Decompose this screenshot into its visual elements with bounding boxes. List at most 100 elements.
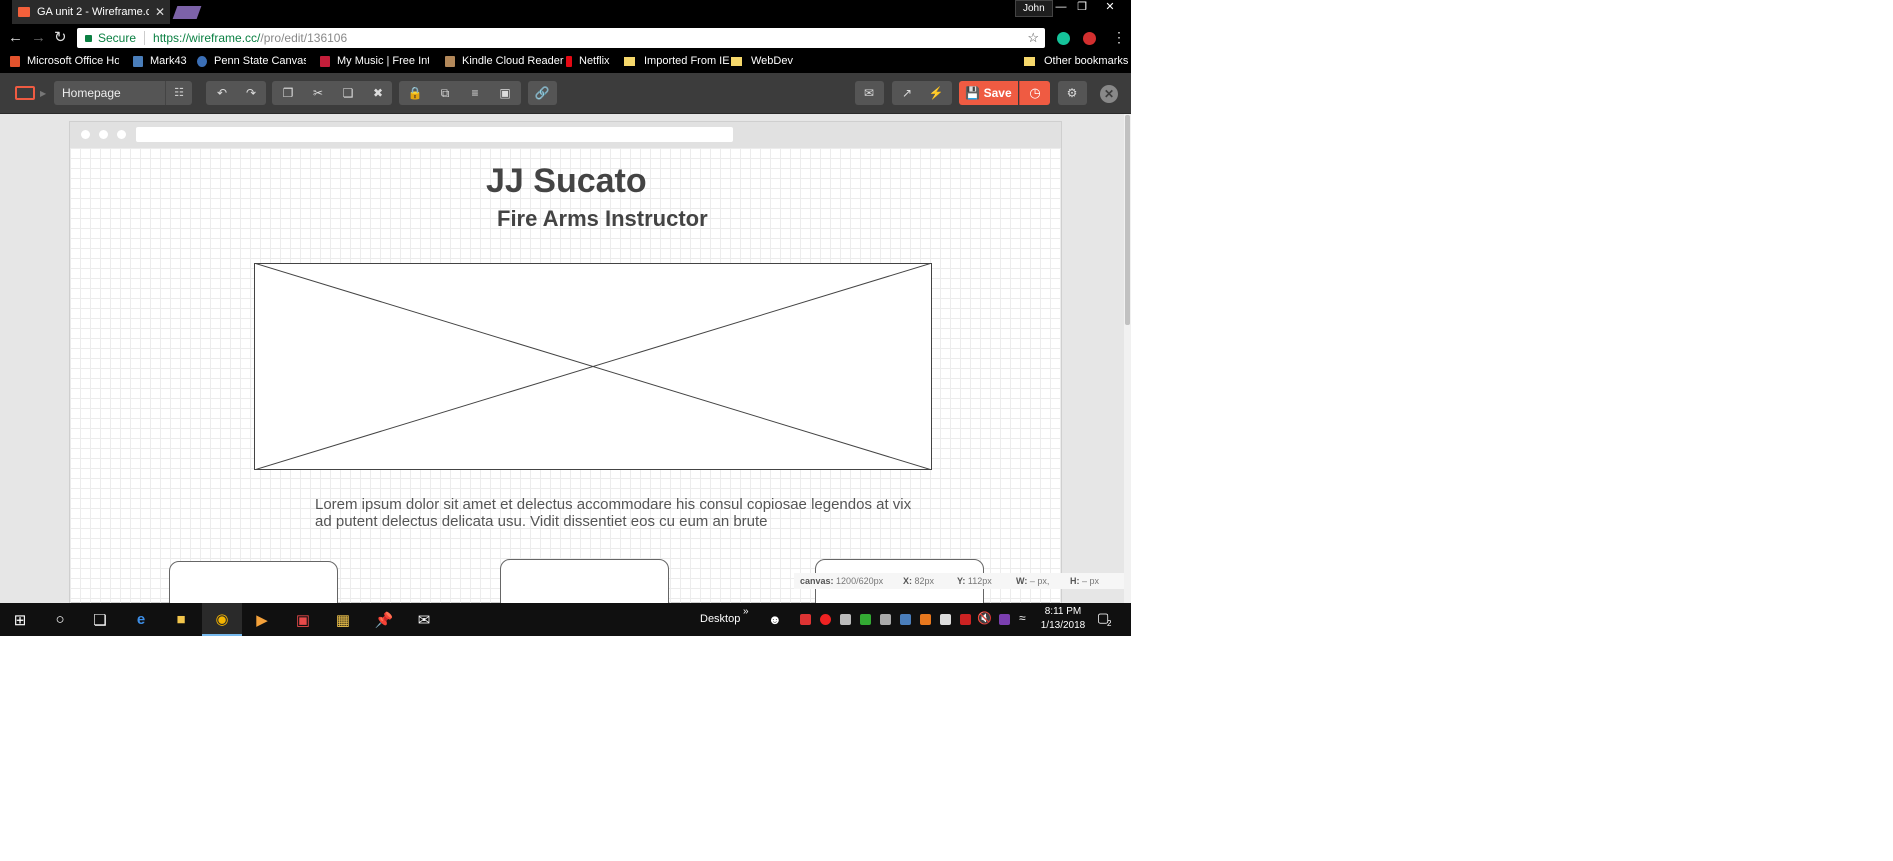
- group-icon[interactable]: ▣: [491, 81, 519, 105]
- link-icon[interactable]: 🔗: [528, 81, 556, 105]
- tray-app-icon[interactable]: [860, 614, 871, 625]
- bookmark-item[interactable]: My Music | Free Inter: [320, 55, 429, 67]
- chrome-icon[interactable]: ◉: [202, 603, 242, 636]
- taskbar-clock[interactable]: 8:11 PM 1/13/2018: [1037, 605, 1089, 633]
- redo-icon[interactable]: ↷: [237, 81, 265, 105]
- grammarly-extension-icon[interactable]: [1057, 32, 1070, 45]
- align-icon[interactable]: ≡: [461, 81, 489, 105]
- pin-icon[interactable]: 📌: [364, 603, 404, 636]
- tray-app-icon[interactable]: [880, 614, 891, 625]
- tray-app-icon[interactable]: [840, 614, 851, 625]
- browser-titlebar: GA unit 2 - Wireframe.cc ✕ John — ❐ ✕: [0, 0, 1131, 24]
- store-icon[interactable]: ▦: [323, 603, 363, 636]
- wireframe-menu-icon[interactable]: [15, 86, 35, 100]
- tray-app-icon[interactable]: [800, 614, 811, 625]
- file-explorer-icon[interactable]: ■: [161, 603, 201, 636]
- comment-icon[interactable]: ✉: [855, 81, 883, 105]
- width-value: – px,: [1029, 576, 1050, 586]
- bookmark-item[interactable]: Penn State Canvas Lo: [197, 55, 306, 67]
- bookmark-item[interactable]: Microsoft Office Hon: [10, 55, 119, 67]
- screen: GA unit 2 - Wireframe.cc ✕ John — ❐ ✕ ← …: [0, 0, 1131, 636]
- cut-icon[interactable]: ✂: [304, 81, 332, 105]
- onenote-icon[interactable]: [999, 614, 1010, 625]
- reload-icon[interactable]: ↻: [54, 30, 67, 45]
- wireframe-paragraph[interactable]: Lorem ipsum dolor sit amet et delectus a…: [315, 496, 915, 530]
- people-icon[interactable]: ☻: [768, 612, 782, 627]
- tab-close-icon[interactable]: ✕: [155, 5, 165, 19]
- address-bar-row: ← → ↻ Secure https://wireframe.cc/ /pro/…: [0, 24, 1131, 52]
- save-label: Save: [983, 86, 1012, 100]
- search-icon[interactable]: ○: [40, 603, 80, 636]
- tray-app-icon[interactable]: [820, 614, 831, 625]
- wireframe-title[interactable]: JJ Sucato: [486, 162, 647, 201]
- chevron-icon[interactable]: »: [743, 606, 749, 617]
- content-box[interactable]: [500, 559, 669, 603]
- x-label: X:: [903, 576, 912, 586]
- frame-url-bar: [136, 127, 733, 142]
- wifi-icon[interactable]: ≈: [1019, 611, 1026, 625]
- canvas-size: 1200/620px: [836, 576, 884, 586]
- tab-title: GA unit 2 - Wireframe.cc: [37, 6, 149, 18]
- tray-app-icon[interactable]: [920, 614, 931, 625]
- delete-icon[interactable]: ✖: [364, 81, 392, 105]
- scrollbar-thumb[interactable]: [1125, 115, 1130, 325]
- star-icon[interactable]: ☆: [1027, 30, 1039, 46]
- frame-dot: [99, 130, 108, 139]
- history-button[interactable]: ◷: [1019, 81, 1050, 105]
- profile-button[interactable]: John: [1015, 0, 1053, 17]
- url-input[interactable]: Secure https://wireframe.cc/ /pro/edit/1…: [77, 28, 1045, 48]
- bookmark-label: Kindle Cloud Reader: [462, 55, 564, 67]
- external-link-icon[interactable]: ↗: [893, 81, 921, 105]
- wireframe-subtitle[interactable]: Fire Arms Instructor: [497, 206, 708, 232]
- content-box[interactable]: [169, 561, 338, 603]
- page-selector[interactable]: Homepage ☷: [54, 81, 192, 105]
- lock-element-icon[interactable]: 🔒: [401, 81, 429, 105]
- folder-icon: [731, 56, 742, 66]
- volume-muted-icon[interactable]: 🔇: [977, 611, 992, 625]
- undo-icon[interactable]: ↶: [208, 81, 236, 105]
- lastpass-extension-icon[interactable]: [1083, 32, 1096, 45]
- battery-icon[interactable]: [940, 614, 951, 625]
- layer-order-icon[interactable]: ⧉: [431, 81, 459, 105]
- tray-app-icon[interactable]: [960, 614, 971, 625]
- task-view-icon[interactable]: ❏: [80, 603, 120, 636]
- bookmark-item[interactable]: Mark43: [133, 55, 187, 67]
- netflix-icon: [566, 55, 572, 67]
- chrome-menu-icon[interactable]: ⋮: [1112, 30, 1126, 44]
- paste-icon[interactable]: ❏: [334, 81, 362, 105]
- flash-icon[interactable]: ⚡: [922, 81, 950, 105]
- mail-icon[interactable]: ✉: [404, 603, 444, 636]
- windows-start-icon[interactable]: ⊞: [0, 603, 40, 636]
- restore-button[interactable]: ❐: [1072, 0, 1092, 14]
- folder-icon: [624, 56, 635, 66]
- bookmark-item[interactable]: Kindle Cloud Reader: [445, 55, 564, 67]
- edge-icon[interactable]: e: [121, 603, 161, 636]
- bookmark-folder[interactable]: Imported From IE: [624, 55, 730, 67]
- close-editor-icon[interactable]: ✕: [1100, 85, 1118, 103]
- duplicate-icon[interactable]: ❐: [274, 81, 302, 105]
- desktop-toolbar-label[interactable]: Desktop: [700, 613, 740, 625]
- media-player-icon[interactable]: ▶: [242, 603, 282, 636]
- frame-dot: [117, 130, 126, 139]
- save-button[interactable]: 💾 Save: [959, 81, 1018, 105]
- tray-app-icon[interactable]: [900, 614, 911, 625]
- browser-tab[interactable]: GA unit 2 - Wireframe.cc ✕: [12, 0, 170, 24]
- bookmark-label: Other bookmarks: [1044, 55, 1129, 67]
- settings-icon[interactable]: ⚙: [1058, 81, 1086, 105]
- new-tab-button[interactable]: [172, 6, 202, 19]
- canvas-icon: [197, 55, 207, 67]
- minimize-button[interactable]: —: [1051, 0, 1071, 14]
- other-bookmarks-folder[interactable]: Other bookmarks: [1024, 55, 1128, 67]
- bookmark-folder[interactable]: WebDev: [731, 55, 793, 67]
- sitemap-icon[interactable]: ☷: [165, 81, 192, 105]
- w-label: W:: [1016, 576, 1028, 586]
- notification-count: 2: [1107, 619, 1112, 628]
- back-arrow-icon[interactable]: ←: [8, 30, 23, 45]
- y-coordinate: 112px: [967, 576, 992, 586]
- forward-arrow-icon[interactable]: →: [31, 30, 46, 45]
- close-window-button[interactable]: ✕: [1100, 0, 1120, 14]
- app-icon[interactable]: ▣: [283, 603, 323, 636]
- bookmark-item[interactable]: Netflix: [566, 55, 610, 67]
- image-placeholder[interactable]: [254, 263, 932, 470]
- save-icon: 💾: [965, 86, 981, 100]
